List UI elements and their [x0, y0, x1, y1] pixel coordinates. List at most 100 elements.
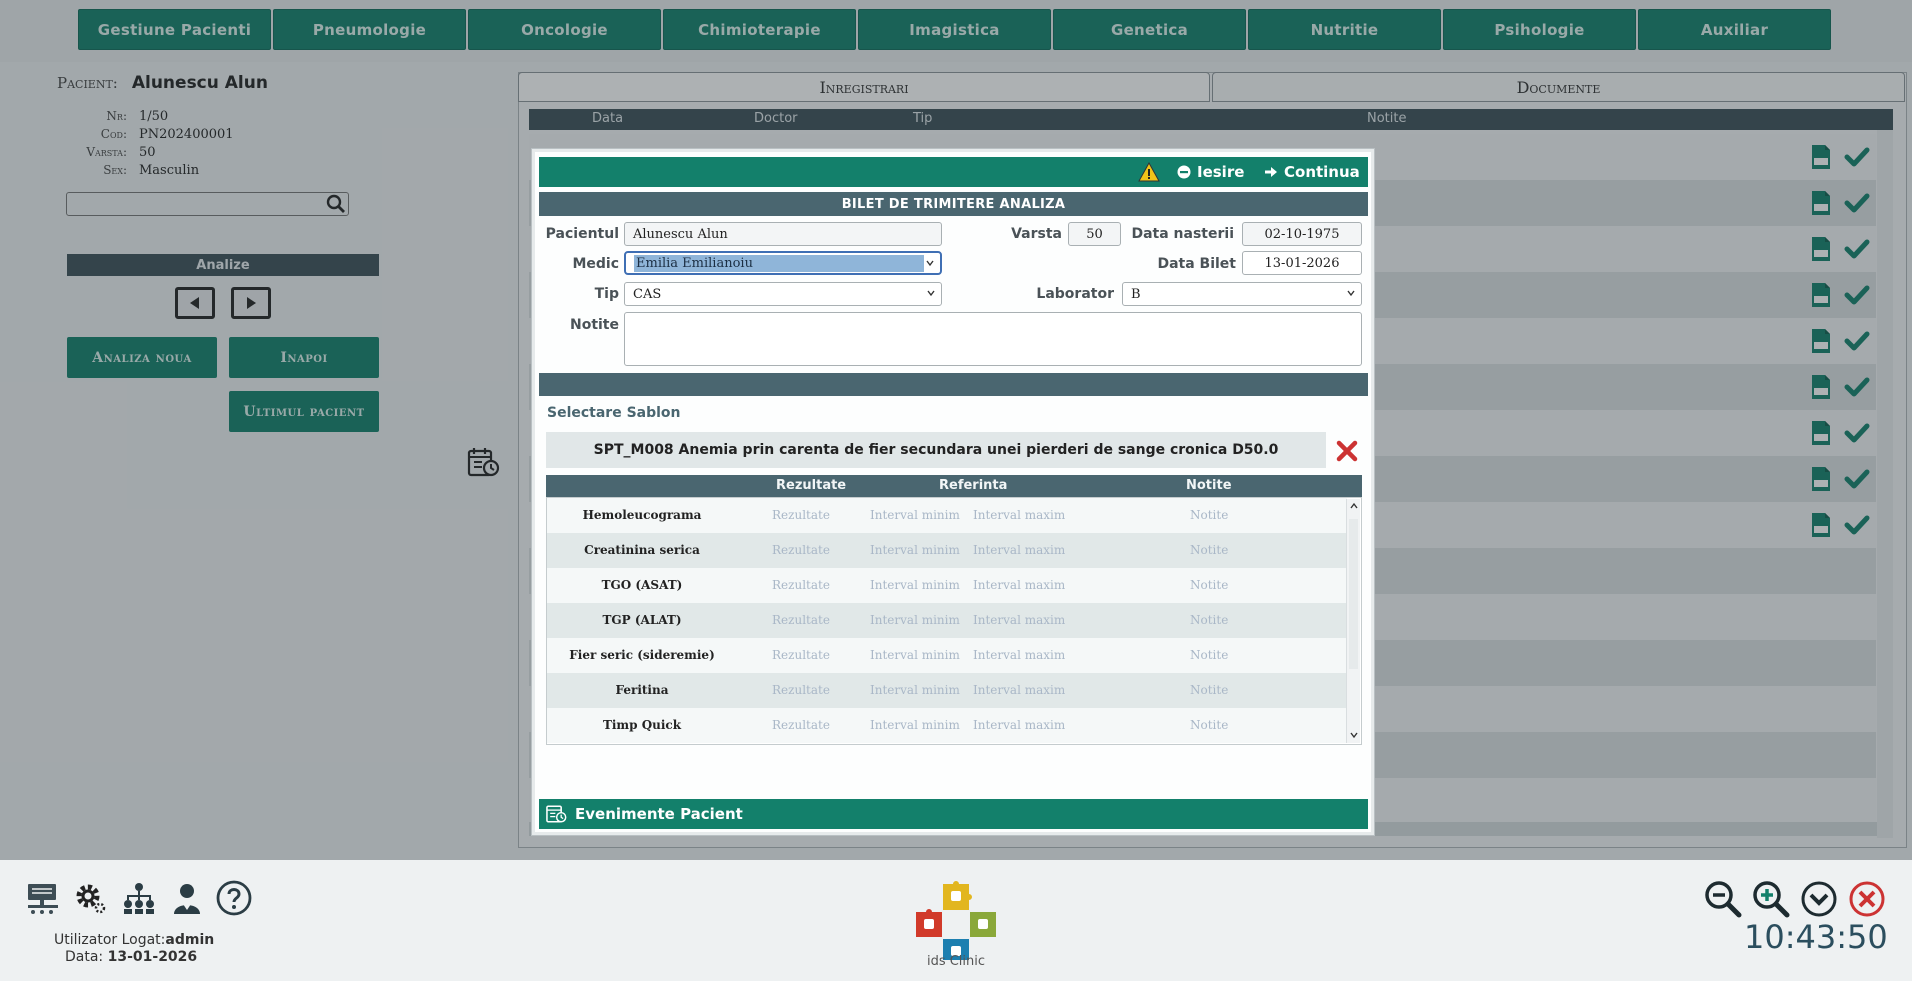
gear-icon[interactable]: [72, 880, 108, 916]
test-notes-input[interactable]: Notite: [1190, 543, 1228, 557]
col-reference: Referinta: [939, 478, 1008, 493]
ids-clinic-logo: [916, 881, 996, 960]
continue-label: Continua: [1284, 163, 1360, 181]
birth-field[interactable]: 02-10-1975: [1242, 222, 1362, 246]
arrow-right-icon: [1265, 167, 1277, 177]
org-chart-icon[interactable]: [121, 880, 157, 916]
user-value: admin: [165, 932, 215, 948]
date-label: Data:: [65, 949, 104, 965]
results-input[interactable]: Rezultate: [772, 718, 830, 732]
zoom-in-icon[interactable]: [1752, 880, 1790, 918]
notes-textarea[interactable]: [624, 312, 1362, 366]
min-interval-input[interactable]: Interval minim: [870, 508, 960, 522]
min-interval-input[interactable]: Interval minim: [870, 613, 960, 627]
calendar-events-icon: [546, 805, 567, 823]
test-row[interactable]: Fier seric (sideremie) Rezultate Interval …: [547, 638, 1347, 673]
max-interval-input[interactable]: Interval maxim: [973, 683, 1065, 697]
chevron-down-icon: [927, 290, 935, 297]
help-icon[interactable]: [216, 880, 252, 916]
scroll-thumb[interactable]: [1349, 519, 1358, 669]
results-input[interactable]: Rezultate: [772, 508, 830, 522]
notes-label: Notite: [569, 317, 619, 333]
max-interval-input[interactable]: Interval maxim: [973, 508, 1065, 522]
patient-label: Pacientul: [545, 226, 619, 242]
test-row[interactable]: TGO (ASAT) Rezultate Interval minim Interva…: [547, 568, 1347, 603]
results-input[interactable]: Rezultate: [772, 648, 830, 662]
col-test-notes: Notite: [1186, 478, 1232, 493]
chevron-down-icon: [1347, 290, 1355, 297]
type-label: Tip: [594, 286, 619, 302]
test-notes-input[interactable]: Notite: [1190, 683, 1228, 697]
results-input[interactable]: Rezultate: [772, 613, 830, 627]
min-interval-input[interactable]: Interval minim: [870, 578, 960, 592]
chevron-down-icon: [926, 260, 934, 267]
results-input[interactable]: Rezultate: [772, 578, 830, 592]
section-divider: [539, 373, 1368, 396]
type-select[interactable]: CAS: [624, 282, 942, 306]
test-name: TGO (ASAT): [601, 578, 683, 592]
type-value: CAS: [633, 286, 662, 302]
exit-button[interactable]: Iesire: [1177, 160, 1244, 184]
max-interval-input[interactable]: Interval maxim: [973, 718, 1065, 732]
exit-label: Iesire: [1197, 163, 1245, 181]
medic-label: Medic: [572, 256, 619, 272]
test-row[interactable]: Hemoleucograma Rezultate Interval minim Int…: [547, 498, 1347, 533]
test-notes-input[interactable]: Notite: [1190, 508, 1228, 522]
test-row[interactable]: Creatinina serica Rezultate Interval minim…: [547, 533, 1347, 568]
tests-scrollbar[interactable]: [1346, 499, 1360, 743]
col-results: Rezultate: [776, 478, 847, 493]
test-notes-input[interactable]: Notite: [1190, 718, 1228, 732]
lab-value: B: [1131, 286, 1141, 302]
current-date: Data: 13-01-2026: [65, 949, 197, 965]
test-name: Creatinina serica: [584, 543, 700, 557]
max-interval-input[interactable]: Interval maxim: [973, 648, 1065, 662]
tests-table: Hemoleucograma Rezultate Interval minim Int…: [546, 497, 1362, 745]
test-name: Feritina: [615, 683, 669, 697]
doctor-icon[interactable]: [169, 880, 205, 916]
medic-value: Emilia Emilianoiu: [634, 254, 924, 272]
min-interval-input[interactable]: Interval minim: [870, 648, 960, 662]
test-notes-input[interactable]: Notite: [1190, 613, 1228, 627]
template-label: Selectare Sablon: [547, 405, 681, 421]
max-interval-input[interactable]: Interval maxim: [973, 613, 1065, 627]
min-interval-input[interactable]: Interval minim: [870, 543, 960, 557]
min-interval-input[interactable]: Interval minim: [870, 718, 960, 732]
ticket-date-label: Data Bilet: [1157, 256, 1236, 272]
chevron-up-icon[interactable]: [1349, 501, 1359, 511]
test-notes-input[interactable]: Notite: [1190, 648, 1228, 662]
lab-select[interactable]: B: [1122, 282, 1362, 306]
clock: 10:43:50: [1744, 918, 1888, 956]
chevron-down-icon[interactable]: [1349, 730, 1359, 740]
age-label: Varsta: [1011, 226, 1062, 242]
results-input[interactable]: Rezultate: [772, 683, 830, 697]
test-name: Timp Quick: [602, 718, 682, 732]
zoom-out-icon[interactable]: [1704, 880, 1742, 918]
continue-button[interactable]: Continua: [1264, 160, 1360, 184]
test-notes-input[interactable]: Notite: [1190, 578, 1228, 592]
chevron-down-circle-icon[interactable]: [1800, 880, 1838, 918]
test-name: Fier seric (sideremie): [569, 648, 715, 662]
close-icon[interactable]: [1336, 440, 1358, 462]
patient-events-bar[interactable]: Evenimente Pacient: [539, 799, 1368, 829]
test-row[interactable]: Timp Quick Rezultate Interval minim Interva…: [547, 708, 1347, 743]
ticket-date-field[interactable]: 13-01-2026: [1242, 251, 1362, 275]
minus-circle-icon: [1177, 165, 1191, 179]
medic-select[interactable]: Emilia Emilianoiu: [624, 251, 942, 275]
test-name: Hemoleucograma: [582, 508, 702, 522]
date-value: 13-01-2026: [107, 949, 198, 965]
test-row[interactable]: TGP (ALAT) Rezultate Interval minim Interva…: [547, 603, 1347, 638]
results-input[interactable]: Rezultate: [772, 543, 830, 557]
max-interval-input[interactable]: Interval maxim: [973, 578, 1065, 592]
close-circle-icon[interactable]: [1848, 880, 1886, 918]
monitor-network-icon[interactable]: [25, 880, 61, 916]
test-row[interactable]: Feritina Rezultate Interval minim Interval …: [547, 673, 1347, 708]
max-interval-input[interactable]: Interval maxim: [973, 543, 1065, 557]
patient-events-label: Evenimente Pacient: [575, 805, 743, 823]
template-selector[interactable]: SPT_M008 Anemia prin carenta de fier sec…: [546, 432, 1326, 468]
age-field[interactable]: 50: [1068, 222, 1121, 246]
lab-label: Laborator: [1036, 286, 1114, 302]
min-interval-input[interactable]: Interval minim: [870, 683, 960, 697]
test-name: TGP (ALAT): [602, 613, 682, 627]
warning-icon[interactable]: [1138, 162, 1160, 182]
patient-field[interactable]: Alunescu Alun: [624, 222, 942, 246]
